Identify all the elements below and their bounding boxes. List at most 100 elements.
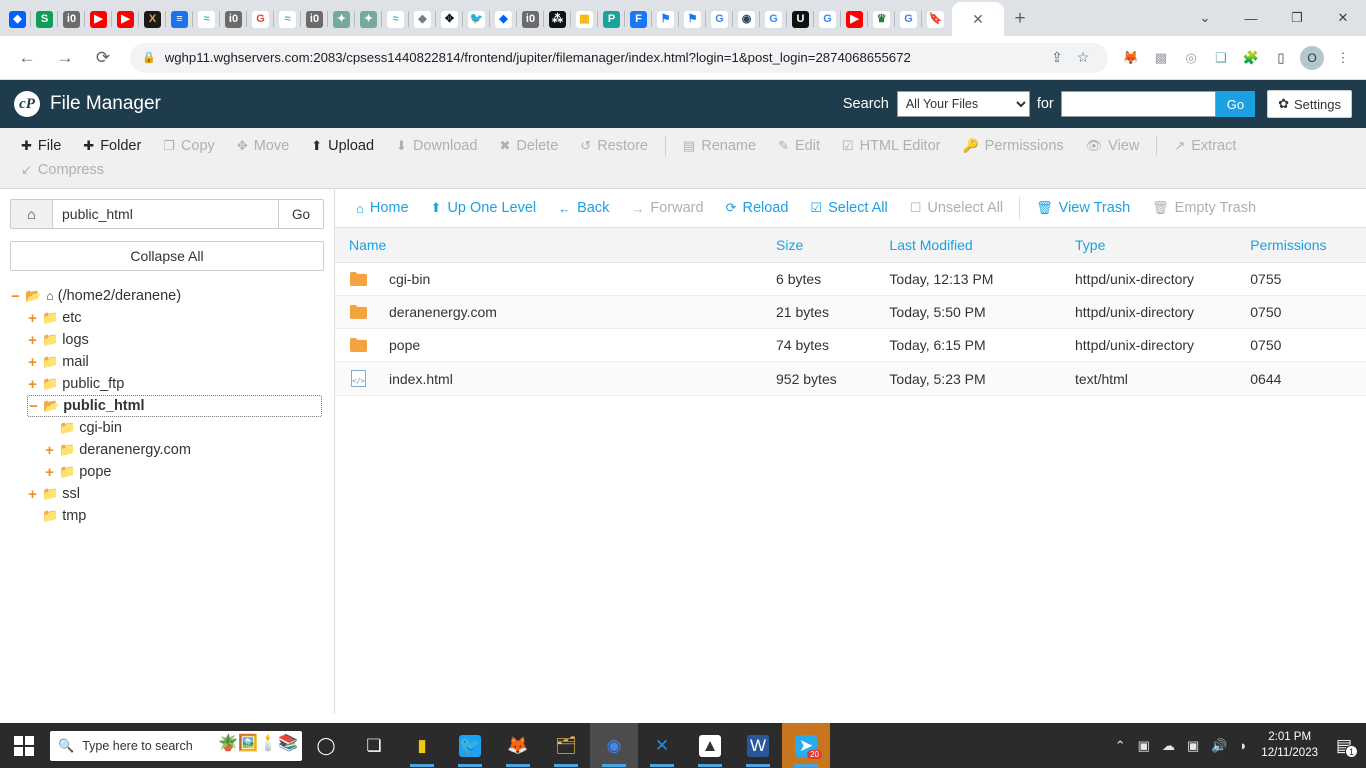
taskbar-search-box[interactable]: 🔍 Type here to search 🪴🖼️🕯️📚 (50, 730, 302, 761)
browser-tab[interactable]: G (247, 2, 274, 36)
browser-tab[interactable]: G (706, 2, 733, 36)
avatar[interactable]: O (1300, 45, 1324, 70)
browser-menu-icon[interactable]: ⋮ (1329, 44, 1357, 72)
notification-center-button[interactable]: ▤ 1 (1326, 723, 1362, 768)
new-tab-button[interactable]: + (1004, 2, 1036, 36)
tree-node-pope[interactable]: + 📁 pope (44, 461, 324, 483)
address-bar[interactable]: 🔒 wghp11.wghservers.com:2083/cpsess14408… (130, 42, 1108, 73)
browser-tab-strip[interactable]: ◆ Sἱ0 ▶ ▶ X ≡ ≈ ἱ0 G ≈ ἱ0 ✦ ✦ ≈ ◆ ✥ 🐦 ◆ ἱ0 ⁂ ▦ P F ⚑ ⚑ G ◉ G U G ▶ ♛ G 🔖 … (0, 0, 1366, 36)
tray-chevron-up-icon[interactable]: ⌃ (1109, 738, 1132, 754)
browser-tab[interactable]: ◆ (409, 2, 436, 36)
browser-tab[interactable]: ἱ0 (58, 2, 85, 36)
taskbar-twitter-icon[interactable]: 🐦 (446, 723, 494, 768)
table-row[interactable]: cgi-bin 6 bytes Today, 12:13 PM httpd/unix-… (335, 262, 1366, 296)
browser-tab[interactable]: P (598, 2, 625, 36)
collapse-icon[interactable]: − (10, 288, 21, 305)
cell-name[interactable]: cgi-bin (335, 262, 769, 296)
toolbar-folder[interactable]: ✚ Folder (72, 134, 152, 158)
table-row[interactable]: deranenergy.com 21 bytes Today, 5:50 PM htt… (335, 295, 1366, 329)
extension-record-icon[interactable]: ◎ (1177, 44, 1205, 72)
nav-view-trash[interactable]: 🗑 View Trash (1025, 198, 1141, 218)
expand-icon[interactable]: + (27, 332, 38, 349)
extension-grid-icon[interactable]: ▩ (1147, 44, 1175, 72)
browser-tab[interactable]: ▶ (112, 2, 139, 36)
browser-tab[interactable]: ≡ (166, 2, 193, 36)
browser-tab[interactable]: 🐦 (463, 2, 490, 36)
settings-button[interactable]: ✿ Settings (1267, 90, 1352, 118)
expand-icon[interactable]: + (44, 464, 55, 481)
browser-tab[interactable]: G (895, 2, 922, 36)
column-header-size[interactable]: Size (768, 228, 882, 263)
expand-icon[interactable]: + (27, 354, 38, 371)
close-window-button[interactable]: ✕ (1320, 0, 1366, 36)
extension-metamask-icon[interactable]: 🦊 (1117, 44, 1145, 72)
browser-tab[interactable]: ⚑ (679, 2, 706, 36)
tab-search-chevron-icon[interactable]: ⌄ (1182, 0, 1228, 36)
browser-tab[interactable]: ▶ (841, 2, 868, 36)
taskbar-photos-icon[interactable]: ▲ (686, 723, 734, 768)
browser-tab[interactable]: ▦ (571, 2, 598, 36)
tray-onedrive-icon[interactable]: ☁ (1156, 738, 1181, 754)
tray-camera-icon[interactable]: ▣ (1181, 738, 1205, 754)
search-input[interactable] (1060, 91, 1216, 117)
taskbar-firefox-icon[interactable]: 🦊 (494, 723, 542, 768)
taskbar-taskview-icon[interactable]: ❏ (350, 723, 398, 768)
browser-tab[interactable]: U (787, 2, 814, 36)
browser-tab[interactable]: X (139, 2, 166, 36)
forward-icon[interactable]: → (49, 42, 81, 74)
extension-sidepanel-icon[interactable]: ▯ (1267, 44, 1295, 72)
browser-tab[interactable]: ✦ (355, 2, 382, 36)
tree-node-deranenergy[interactable]: + 📁 deranenergy.com (44, 439, 324, 461)
back-icon[interactable]: ← (11, 42, 43, 74)
tree-node-cgi-bin[interactable]: 📁 cgi-bin (44, 417, 324, 439)
collapse-all-button[interactable]: Collapse All (10, 241, 324, 271)
browser-tab[interactable]: ◆ (4, 2, 31, 36)
taskbar-powerbi-icon[interactable]: ▮ (398, 723, 446, 768)
active-browser-tab[interactable]: ✕ (952, 2, 1004, 36)
expand-icon[interactable]: + (27, 486, 38, 503)
browser-tab[interactable]: ≈ (382, 2, 409, 36)
browser-tab[interactable]: ⁂ (544, 2, 571, 36)
column-header-type[interactable]: Type (1067, 228, 1243, 263)
tree-node-etc[interactable]: + 📁 etc (27, 307, 324, 329)
tree-node-tmp[interactable]: 📁 tmp (27, 505, 324, 527)
browser-tab[interactable]: ⚑ (652, 2, 679, 36)
browser-tab[interactable]: ἱ0 (301, 2, 328, 36)
toolbar-upload[interactable]: ⬆ Upload (300, 134, 385, 158)
taskbar-clock[interactable]: 2:01 PM 12/11/2023 (1253, 730, 1326, 761)
column-header-name[interactable]: Name (335, 228, 769, 263)
column-header-permissions[interactable]: Permissions (1242, 228, 1366, 263)
browser-tab[interactable]: G (814, 2, 841, 36)
browser-tab[interactable]: 🔖 (922, 2, 949, 36)
minimize-window-button[interactable]: — (1228, 0, 1274, 36)
browser-tab[interactable]: ◉ (733, 2, 760, 36)
browser-tab[interactable]: ◆ (490, 2, 517, 36)
expand-icon[interactable]: + (27, 376, 38, 393)
browser-tab[interactable]: G (760, 2, 787, 36)
path-go-button[interactable]: Go (279, 199, 324, 229)
cell-name[interactable]: pope (335, 328, 769, 362)
tray-greenshot-icon[interactable]: ▣ (1132, 738, 1156, 754)
cell-name[interactable]: deranenergy.com (335, 295, 769, 329)
taskbar-word-icon[interactable]: W (734, 723, 782, 768)
column-header-last-modified[interactable]: Last Modified (881, 228, 1067, 263)
tree-node-home[interactable]: − 📂 ⌂ (/home2/deranene) (10, 285, 324, 307)
nav-select-all[interactable]: ☑ Select All (799, 198, 898, 218)
toolbar-file[interactable]: ✚ File (10, 134, 72, 158)
search-go-button[interactable]: Go (1215, 91, 1256, 117)
taskbar-chrome-icon[interactable]: ◉ (590, 723, 638, 768)
share-icon[interactable]: ⇪ (1044, 49, 1070, 66)
browser-tab[interactable]: F (625, 2, 652, 36)
tray-wifi-icon[interactable]: ◗ (1233, 738, 1253, 753)
reload-icon[interactable]: ⟳ (87, 42, 119, 74)
expand-icon[interactable]: + (44, 442, 55, 459)
taskbar-explorer-icon[interactable]: 🗂 (542, 723, 590, 768)
nav-home[interactable]: ⌂ Home (345, 198, 420, 218)
search-scope-select[interactable]: All Your FilesCurrent Directory (896, 91, 1030, 117)
expand-icon[interactable]: + (27, 310, 38, 327)
path-input[interactable] (52, 199, 279, 229)
extension-copy-icon[interactable]: ❏ (1207, 44, 1235, 72)
maximize-window-button[interactable]: ❐ (1274, 0, 1320, 36)
browser-tab[interactable]: ἱ0 (220, 2, 247, 36)
browser-tab[interactable]: ♛ (868, 2, 895, 36)
